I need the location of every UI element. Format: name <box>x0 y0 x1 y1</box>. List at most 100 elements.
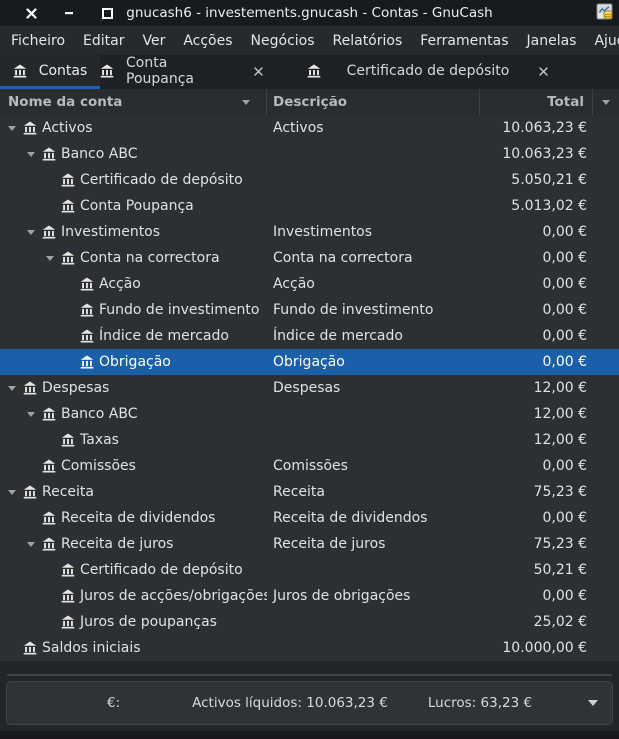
account-total: 12,00 € <box>480 427 593 453</box>
account-description: Comissões <box>267 453 480 479</box>
bank-icon <box>61 615 75 629</box>
bank-icon <box>13 64 27 78</box>
account-row-investimentos[interactable]: InvestimentosInvestimentos0,00 € <box>0 219 619 245</box>
bank-icon <box>42 147 56 161</box>
account-row-banco-abc[interactable]: Banco ABC10.063,23 € <box>0 141 619 167</box>
account-row-obrigacao[interactable]: ObrigaçãoObrigação0,00 € <box>0 349 619 375</box>
account-row-banco-abc[interactable]: Banco ABC12,00 € <box>0 401 619 427</box>
bank-icon <box>23 121 37 135</box>
window-bottom-edge <box>0 731 619 739</box>
bank-icon <box>42 511 57 525</box>
account-total: 0,00 € <box>480 349 593 375</box>
column-header-description[interactable]: Descrição <box>267 89 480 115</box>
row-end-padding <box>593 609 619 635</box>
account-row-taxas[interactable]: Taxas12,00 € <box>0 427 619 453</box>
summary-bar[interactable]: €: Activos líquidos: 10.063,23 € Lucros:… <box>6 681 613 725</box>
expander-icon[interactable] <box>46 256 61 261</box>
account-row-receita-de-dividendos[interactable]: Receita de dividendosReceita de dividend… <box>0 505 619 531</box>
chevron-down-icon <box>588 700 598 706</box>
menu-editar[interactable]: Editar <box>74 29 133 53</box>
menu-ajuda[interactable]: Ajuda <box>585 29 619 53</box>
close-window-button[interactable] <box>24 6 38 20</box>
account-name: Receita de juros <box>61 536 173 552</box>
tab-certificado-de-deposito[interactable]: Certificado de depósito <box>266 55 592 89</box>
account-row-comissoes[interactable]: ComissõesComissões0,00 € <box>0 453 619 479</box>
column-header-label: Nome da conta <box>8 94 122 110</box>
expander-icon[interactable] <box>8 126 23 131</box>
gnucash-app-icon <box>596 3 614 25</box>
column-header-total[interactable]: Total <box>480 89 593 115</box>
row-end-padding <box>593 349 619 375</box>
expander-icon[interactable] <box>27 412 42 417</box>
separator <box>7 674 612 676</box>
tab-contas[interactable]: Contas <box>0 55 100 89</box>
bank-icon <box>42 459 57 473</box>
bank-icon <box>80 355 95 369</box>
account-row-conta-poupanca[interactable]: Conta Poupança5.013,02 € <box>0 193 619 219</box>
account-name: Banco ABC <box>61 406 137 422</box>
bank-icon <box>61 251 76 265</box>
account-row-receita[interactable]: ReceitaReceita75,23 € <box>0 479 619 505</box>
account-row-activos[interactable]: ActivosActivos10.063,23 € <box>0 115 619 141</box>
account-row-juros-de-poupancas[interactable]: Juros de poupanças25,02 € <box>0 609 619 635</box>
close-icon <box>254 67 263 76</box>
menu-accoes[interactable]: Acções <box>174 29 241 53</box>
expander-icon[interactable] <box>27 152 42 157</box>
account-row-despesas[interactable]: DespesasDespesas12,00 € <box>0 375 619 401</box>
account-row-fundo-de-investimento[interactable]: Fundo de investimentoFundo de investimen… <box>0 297 619 323</box>
account-description <box>267 401 480 427</box>
maximize-icon <box>102 8 113 19</box>
account-row-accao[interactable]: AcçãoAcção0,00 € <box>0 271 619 297</box>
bank-icon <box>307 64 321 78</box>
expander-icon[interactable] <box>8 490 23 495</box>
chevron-down-icon <box>602 100 610 105</box>
menu-negocios[interactable]: Negócios <box>242 29 324 53</box>
menu-ficheiro[interactable]: Ficheiro <box>2 29 74 53</box>
account-row-conta-na-correctora[interactable]: Conta na correctoraConta na correctora0,… <box>0 245 619 271</box>
account-row-juros-de-accoes-obrigacoes[interactable]: Juros de acções/obrigaçõesJuros de obrig… <box>0 583 619 609</box>
row-end-padding <box>593 531 619 557</box>
bank-icon <box>80 355 94 369</box>
summary-dropdown-button[interactable] <box>588 700 598 706</box>
account-row-certificado-de-deposito[interactable]: Certificado de depósito5.050,21 € <box>0 167 619 193</box>
account-description: Receita de juros <box>267 531 480 557</box>
account-description: Receita <box>267 479 480 505</box>
account-row-indice-de-mercado[interactable]: Índice de mercadoÍndice de mercado0,00 € <box>0 323 619 349</box>
column-picker-button[interactable] <box>593 89 619 115</box>
account-total: 0,00 € <box>480 323 593 349</box>
account-description: Investimentos <box>267 219 480 245</box>
bank-icon <box>61 563 76 577</box>
account-total: 0,00 € <box>480 505 593 531</box>
minimize-window-button[interactable] <box>62 6 76 20</box>
expander-icon[interactable] <box>27 542 42 547</box>
account-total: 10.063,23 € <box>480 115 593 141</box>
account-total: 50,21 € <box>480 557 593 583</box>
bank-icon <box>61 433 76 447</box>
close-tab-button[interactable] <box>535 63 551 79</box>
row-end-padding <box>593 583 619 609</box>
account-name: Obrigação <box>99 354 171 370</box>
bank-icon <box>100 64 114 78</box>
titlebar: gnucash6 - investements.gnucash - Contas… <box>0 0 619 26</box>
menu-ferramentas[interactable]: Ferramentas <box>411 29 517 53</box>
menu-ver[interactable]: Ver <box>133 29 174 53</box>
expander-icon[interactable] <box>27 230 42 235</box>
account-total: 25,02 € <box>480 609 593 635</box>
maximize-window-button[interactable] <box>100 6 114 20</box>
tab-label: Contas <box>39 63 88 79</box>
menu-relatorios[interactable]: Relatórios <box>324 29 412 53</box>
column-header-account-name[interactable]: Nome da conta <box>0 89 267 115</box>
account-total: 12,00 € <box>480 375 593 401</box>
account-row-saldos-iniciais[interactable]: Saldos iniciais10.000,00 € <box>0 635 619 661</box>
expander-icon[interactable] <box>8 386 23 391</box>
bank-icon <box>80 329 94 343</box>
row-end-padding <box>593 271 619 297</box>
tab-conta-poupanca[interactable]: Conta Poupança <box>100 55 266 89</box>
sort-descending-icon <box>242 100 250 105</box>
account-description: Índice de mercado <box>267 323 480 349</box>
account-row-certificado-de-deposito[interactable]: Certificado de depósito50,21 € <box>0 557 619 583</box>
menu-janelas[interactable]: Janelas <box>518 29 586 53</box>
account-row-receita-de-juros[interactable]: Receita de jurosReceita de juros75,23 € <box>0 531 619 557</box>
bank-icon <box>23 381 38 395</box>
close-tab-button[interactable] <box>250 63 266 79</box>
